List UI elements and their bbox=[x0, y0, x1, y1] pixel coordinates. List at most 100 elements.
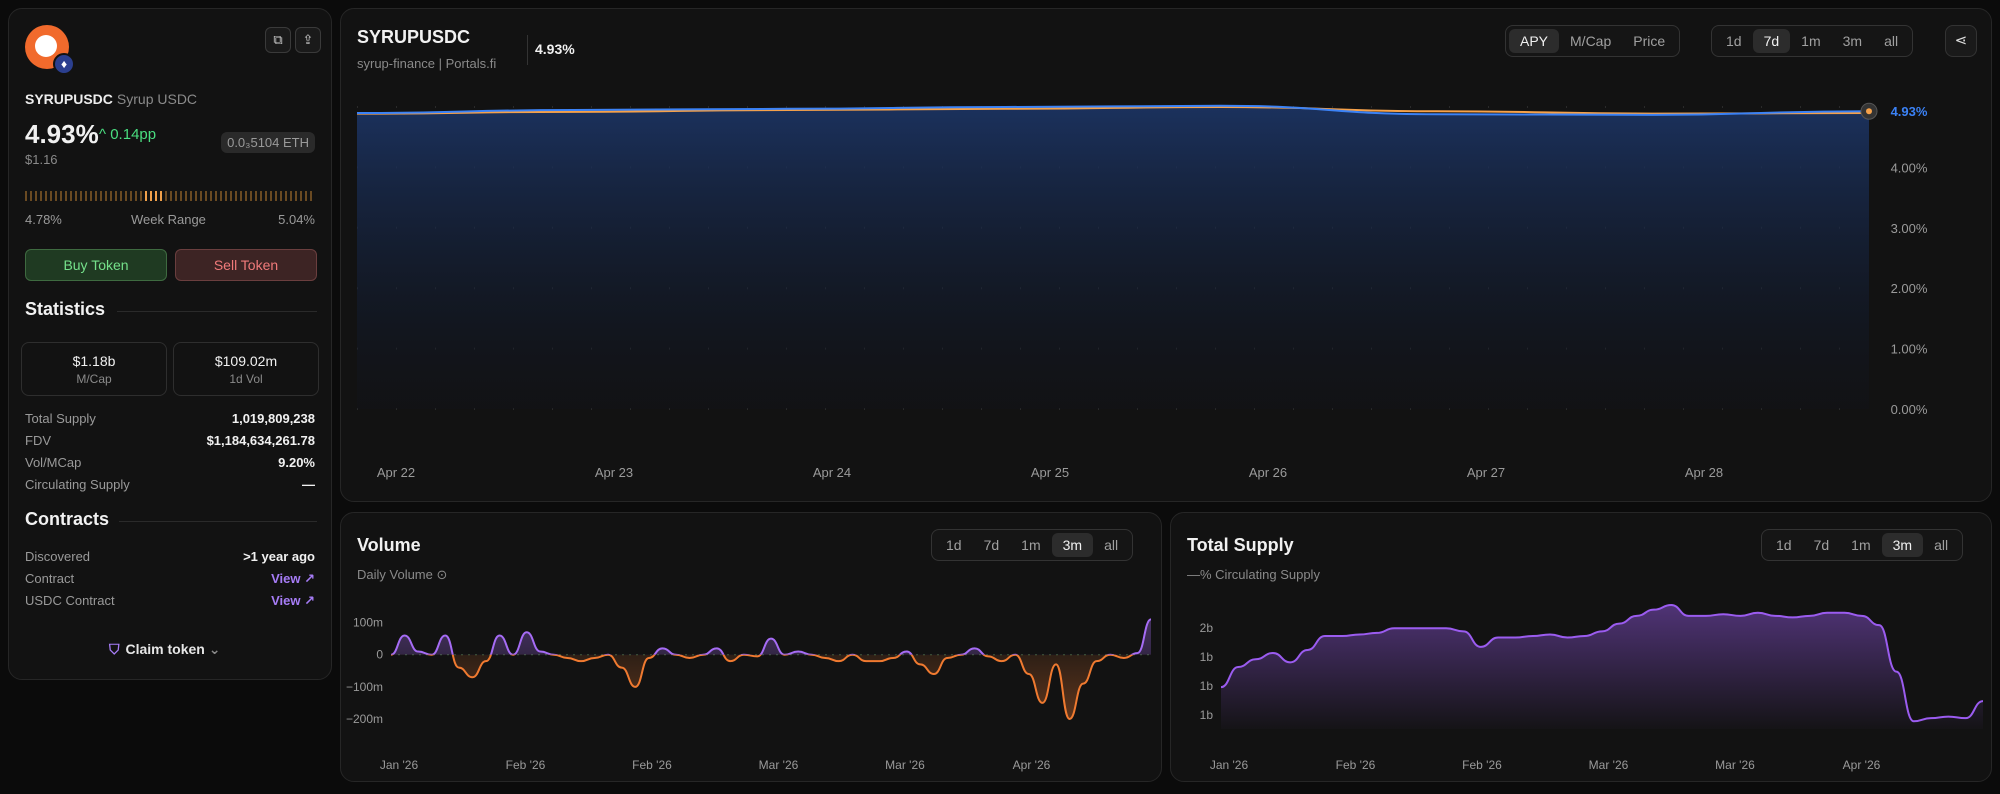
chevron-down-icon: ⌄ bbox=[208, 641, 221, 657]
range-tick bbox=[25, 191, 27, 201]
x-tick-label: Feb '26 bbox=[506, 758, 546, 772]
contract-key: Discovered bbox=[25, 549, 91, 564]
y-tick-label: −200m bbox=[346, 712, 383, 726]
share-icon[interactable]: ⇪ bbox=[295, 27, 321, 53]
buy-token-button[interactable]: Buy Token bbox=[25, 249, 167, 281]
range-tick bbox=[35, 191, 37, 201]
range-tick bbox=[200, 191, 202, 201]
y-tick-label: 2.00% bbox=[1891, 281, 1928, 296]
range-tick bbox=[250, 191, 252, 201]
x-tick-label: Apr 22 bbox=[377, 465, 415, 480]
y-tick-label: 0.00% bbox=[1891, 402, 1928, 417]
contract-key: USDC Contract bbox=[25, 593, 115, 608]
mcap-label: M/Cap bbox=[76, 372, 112, 386]
x-tick-label: Apr 23 bbox=[595, 465, 633, 480]
supply-chart: 2b 1b 1b 1b Jan '26 Feb '26 Feb '26 Mar '26 Mar … bbox=[1200, 603, 1984, 772]
range-tick bbox=[70, 191, 72, 201]
range-tick bbox=[50, 191, 52, 201]
range-tick bbox=[90, 191, 92, 201]
range-tick bbox=[280, 191, 282, 201]
stat-row-vol-mcap: Vol/MCap 9.20% bbox=[25, 455, 315, 473]
volume-label: 1d Vol bbox=[229, 372, 263, 386]
week-low: 4.78% bbox=[25, 212, 62, 227]
range-tick bbox=[165, 191, 167, 201]
range-tick bbox=[150, 191, 152, 201]
range-tick bbox=[185, 191, 187, 201]
range-tick bbox=[295, 191, 297, 201]
eth-price-badge: 0.0₃5104 ETH bbox=[221, 132, 315, 153]
volume-panel: Volume Daily Volume ⊙ 1d 7d 1m 3m all 100m 0−… bbox=[340, 512, 1162, 782]
x-tick-label: Mar '26 bbox=[885, 758, 925, 772]
usdc-contract-view-link[interactable]: View ↗ bbox=[271, 593, 315, 609]
range-tick bbox=[230, 191, 232, 201]
range-tick bbox=[220, 191, 222, 201]
x-tick-label: Apr '26 bbox=[1843, 758, 1881, 772]
token-symbol-text: SYRUPUSDC bbox=[25, 91, 113, 107]
shield-icon: ⛉ bbox=[109, 641, 120, 657]
y-tick-label: 1b bbox=[1200, 679, 1214, 693]
x-tick-label: Apr '26 bbox=[1013, 758, 1051, 772]
range-tick bbox=[75, 191, 77, 201]
copy-icon[interactable]: ⧉ bbox=[265, 27, 291, 53]
apy-area bbox=[357, 105, 1869, 410]
x-tick-label: Feb '26 bbox=[1336, 758, 1376, 772]
y-tick-label: 100m bbox=[353, 616, 383, 630]
apy-chart-panel: SYRUPUSDC syrup-finance | Portals.fi 4.9… bbox=[340, 8, 1992, 502]
volume-stat: $109.02m 1d Vol bbox=[173, 342, 319, 396]
claim-token-button[interactable]: ⛉ Claim token ⌄ bbox=[109, 641, 220, 658]
range-tick bbox=[305, 191, 307, 201]
apy-chart: 4.93% 4.00% 3.00% 2.00% 1.00% 0.00% Apr 22 Apr … bbox=[356, 102, 1928, 480]
x-tick-label: Feb '26 bbox=[632, 758, 672, 772]
x-tick-label: Jan '26 bbox=[380, 758, 419, 772]
claim-token-label: Claim token bbox=[125, 641, 205, 657]
range-tick bbox=[235, 191, 237, 201]
mcap-stat: $1.18b M/Cap bbox=[21, 342, 167, 396]
range-tick bbox=[100, 191, 102, 201]
stat-key: Total Supply bbox=[25, 411, 96, 426]
y-tick-label: 1.00% bbox=[1891, 342, 1928, 357]
contract-key: Contract bbox=[25, 571, 75, 586]
y-tick-label: 2b bbox=[1200, 621, 1214, 635]
range-tick bbox=[290, 191, 292, 201]
range-tick bbox=[205, 191, 207, 201]
range-tick bbox=[40, 191, 42, 201]
token-info-panel: ♦ ⧉ ⇪ SYRUPUSDC Syrup USDC 4.93% ^ 0.14pp… bbox=[8, 8, 332, 680]
range-tick bbox=[310, 191, 312, 201]
range-tick bbox=[175, 191, 177, 201]
ethereum-icon: ♦ bbox=[53, 53, 75, 75]
y-tick-label: 3.00% bbox=[1891, 221, 1928, 236]
token-logo: ♦ bbox=[25, 25, 75, 75]
range-tick bbox=[245, 191, 247, 201]
stat-row-total-supply: Total Supply 1,019,809,238 bbox=[25, 411, 315, 429]
week-range-bar bbox=[25, 191, 315, 201]
range-tick bbox=[125, 191, 127, 201]
range-tick bbox=[270, 191, 272, 201]
stat-value: $1,184,634,261.78 bbox=[206, 433, 315, 448]
stat-key: Circulating Supply bbox=[25, 477, 130, 492]
range-tick bbox=[180, 191, 182, 201]
sell-token-button[interactable]: Sell Token bbox=[175, 249, 317, 281]
range-tick bbox=[225, 191, 227, 201]
current-point bbox=[1866, 108, 1872, 115]
apy-delta: ^ 0.14pp bbox=[99, 126, 157, 143]
volume-area-negative bbox=[391, 654, 1151, 719]
range-tick bbox=[115, 191, 117, 201]
token-name: Syrup USDC bbox=[116, 91, 198, 107]
range-tick bbox=[300, 191, 302, 201]
range-tick bbox=[215, 191, 217, 201]
volume-value: $109.02m bbox=[214, 353, 278, 369]
contract-value: >1 year ago bbox=[243, 549, 315, 564]
stat-row-circulating: Circulating Supply — bbox=[25, 477, 315, 495]
y-tick-label: 1b bbox=[1200, 650, 1214, 664]
range-tick bbox=[120, 191, 122, 201]
contract-view-link[interactable]: View ↗ bbox=[271, 571, 315, 587]
range-tick bbox=[145, 191, 147, 201]
x-tick-label: Mar '26 bbox=[1715, 758, 1755, 772]
x-tick-label: Apr 27 bbox=[1467, 465, 1505, 480]
stat-value: 1,019,809,238 bbox=[231, 411, 315, 426]
x-tick-label: Mar '26 bbox=[1589, 758, 1629, 772]
token-apy-value: 4.93% bbox=[25, 119, 99, 149]
stat-value: — bbox=[302, 477, 315, 492]
range-tick bbox=[55, 191, 57, 201]
range-tick bbox=[210, 191, 212, 201]
